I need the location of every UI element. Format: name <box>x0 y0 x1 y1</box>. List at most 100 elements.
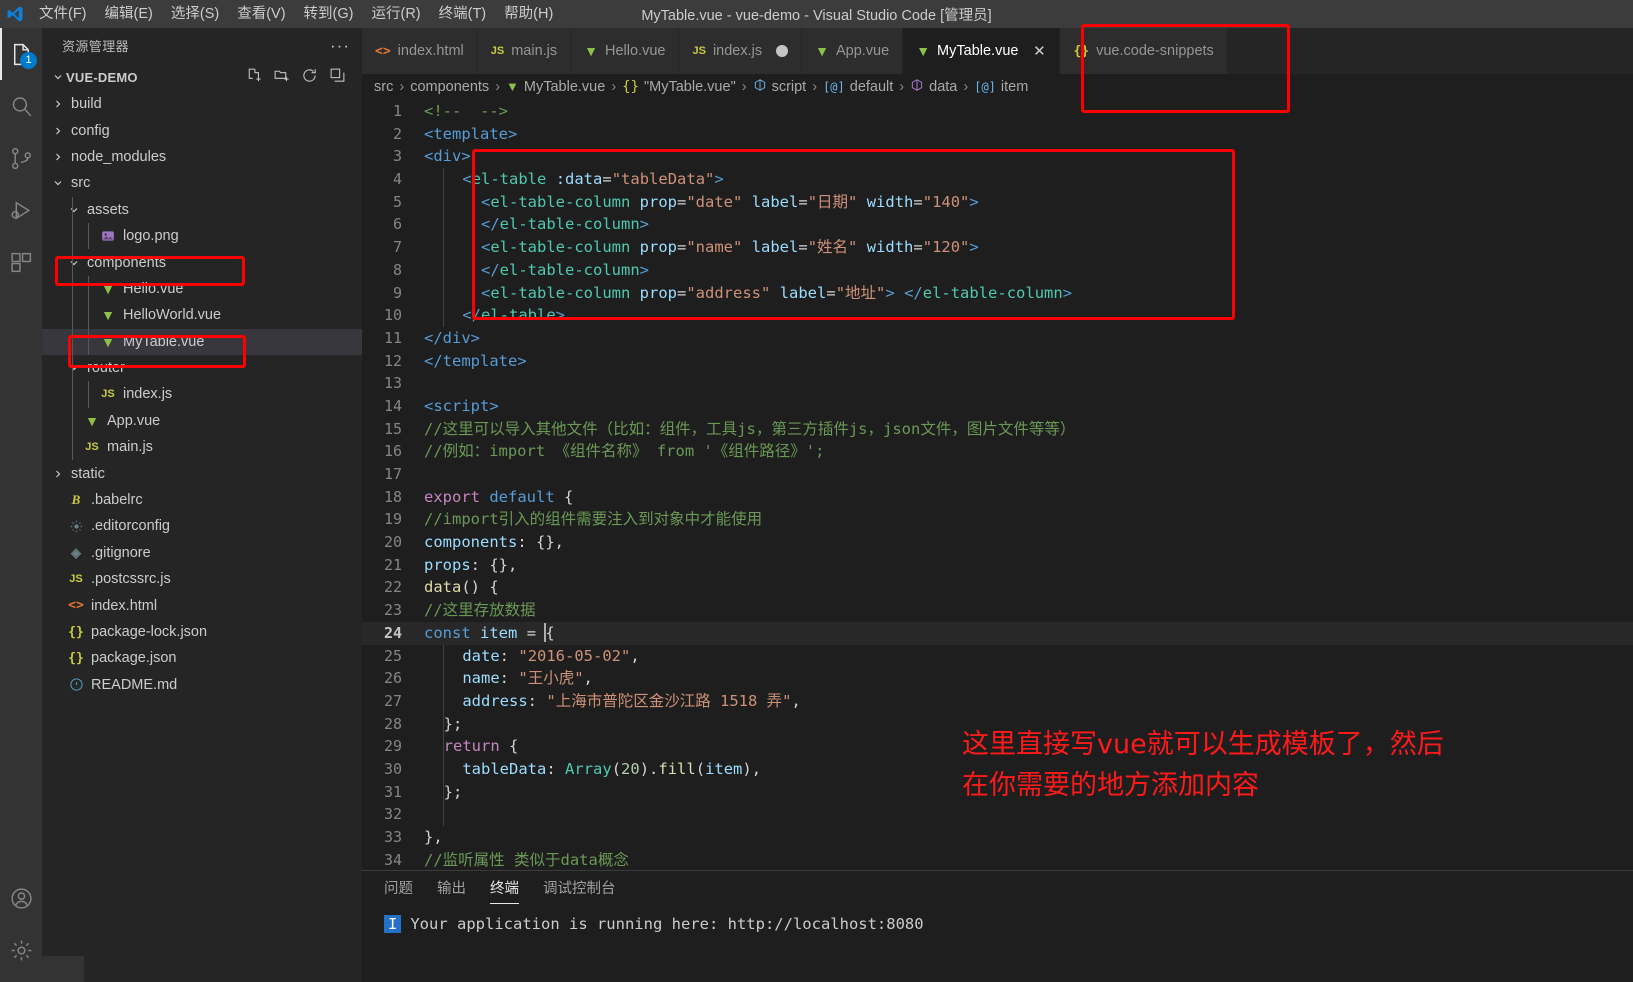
tree-item--postcssrc-js[interactable]: JS .postcssrc.js <box>42 566 362 592</box>
terminal-output[interactable]: I Your application is running here: http… <box>362 907 1633 982</box>
code-line-26[interactable]: 26 name: "王小虎", <box>362 667 1633 690</box>
tab-index-js[interactable]: JS index.js <box>679 28 803 74</box>
breadcrumb-item-item[interactable]: [@] item <box>974 79 1028 95</box>
tree-item-src[interactable]: src <box>42 170 362 196</box>
menu-bar[interactable]: 文件(F) 编辑(E) 选择(S) 查看(V) 转到(G) 运行(R) 终端(T… <box>30 0 562 28</box>
tree-item-components[interactable]: components <box>42 249 362 276</box>
code-line-23[interactable]: 23 //这里存放数据 <box>362 599 1633 622</box>
file-tree[interactable]: build config node_modules src assets logo.png… <box>42 91 362 982</box>
menu-view[interactable]: 查看(V) <box>228 0 294 28</box>
code-line-15[interactable]: 15 //这里可以导入其他文件（比如：组件，工具js，第三方插件js，json文件… <box>362 418 1633 441</box>
code-line-9[interactable]: 9 <el-table-column prop="address" label=… <box>362 281 1633 305</box>
close-icon[interactable]: ✕ <box>1032 42 1046 60</box>
settings-gear-icon[interactable] <box>0 924 42 976</box>
code-line-22[interactable]: 22 data() { <box>362 576 1633 599</box>
code-lines[interactable]: 1 <!-- --> 2 <template> 3 <div> 4 <el-table :d… <box>362 99 1633 870</box>
code-line-6[interactable]: 6 </el-table-column> <box>362 213 1633 237</box>
breadcrumb[interactable]: src › components › ▼ MyTable.vue › {} "MyTable.v… <box>362 74 1633 99</box>
code-editor[interactable]: 1 <!-- --> 2 <template> 3 <div> 4 <el-table :d… <box>362 99 1633 870</box>
new-folder-icon[interactable] <box>273 67 290 87</box>
accounts-icon[interactable] <box>0 872 42 924</box>
breadcrumb-item-mytable-vue[interactable]: ▼ MyTable.vue <box>506 79 605 95</box>
tree-item--editorconfig[interactable]: .editorconfig <box>42 513 362 539</box>
code-line-32[interactable]: 32 <box>362 803 1633 826</box>
tree-item--gitignore[interactable]: ◈ .gitignore <box>42 540 362 566</box>
panel-tabs[interactable]: 问题 输出 终端 调试控制台 <box>362 871 1633 907</box>
tab-hello-vue[interactable]: ▼ Hello.vue <box>571 28 680 74</box>
breadcrumb-item-script[interactable]: script <box>753 78 806 96</box>
breadcrumb-item--mytable-vue-[interactable]: {} "MyTable.vue" <box>622 79 736 95</box>
collapse-all-icon[interactable] <box>329 67 346 87</box>
tree-item-router[interactable]: router <box>42 354 362 382</box>
tab-app-vue[interactable]: ▼ App.vue <box>802 28 904 74</box>
code-line-29[interactable]: 29 return { <box>362 735 1633 758</box>
tree-item-assets[interactable]: assets <box>42 196 362 223</box>
code-line-14[interactable]: 14 <script> <box>362 395 1633 418</box>
menu-help[interactable]: 帮助(H) <box>495 0 562 28</box>
run-and-debug-icon[interactable] <box>0 184 42 236</box>
code-line-16[interactable]: 16 //例如：import 《组件名称》 from '《组件路径》'; <box>362 440 1633 463</box>
tab-main-js[interactable]: JS main.js <box>477 28 572 74</box>
menu-file[interactable]: 文件(F) <box>30 0 96 28</box>
tree-item-helloworld-vue[interactable]: ▼ HelloWorld.vue <box>42 302 362 329</box>
code-line-31[interactable]: 31 }; <box>362 780 1633 804</box>
code-line-18[interactable]: 18 export default { <box>362 486 1633 509</box>
panel-tab-终端[interactable]: 终端 <box>490 871 519 907</box>
tab-index-html[interactable]: <> index.html <box>362 28 478 74</box>
tree-item-package-json[interactable]: {} package.json <box>42 645 362 671</box>
code-line-27[interactable]: 27 address: "上海市普陀区金沙江路 1518 弄", <box>362 689 1633 713</box>
tree-item--babelrc[interactable]: B .babelrc <box>42 487 362 513</box>
code-line-10[interactable]: 10 </el-table> <box>362 304 1633 327</box>
tree-item-hello-vue[interactable]: ▼ Hello.vue <box>42 275 362 303</box>
search-icon[interactable] <box>0 80 42 132</box>
panel-tab-调试控制台[interactable]: 调试控制台 <box>543 871 616 907</box>
code-line-12[interactable]: 12 </template> <box>362 350 1633 373</box>
menu-selection[interactable]: 选择(S) <box>162 0 228 28</box>
tree-item-readme-md[interactable]: README.md <box>42 672 362 698</box>
code-line-8[interactable]: 8 </el-table-column> <box>362 258 1633 282</box>
code-line-28[interactable]: 28 }; <box>362 712 1633 736</box>
panel-tab-输出[interactable]: 输出 <box>437 871 466 907</box>
tab-mytable-vue[interactable]: ▼ MyTable.vue ✕ <box>903 28 1061 74</box>
code-line-24[interactable]: 24 const item = { <box>362 621 1633 645</box>
tree-item-config[interactable]: config <box>42 117 362 143</box>
code-line-1[interactable]: 1 <!-- --> <box>362 100 1633 123</box>
unsaved-dot-icon[interactable] <box>776 45 789 57</box>
tab-vue-code-snippets[interactable]: {} vue.code-snippets <box>1060 28 1228 74</box>
code-line-33[interactable]: 33}, <box>362 826 1633 849</box>
tree-item-node-modules[interactable]: node_modules <box>42 144 362 170</box>
code-line-2[interactable]: 2 <template> <box>362 123 1633 146</box>
code-line-25[interactable]: 25 date: "2016-05-02", <box>362 644 1633 668</box>
code-line-4[interactable]: 4 <el-table :data="tableData"> <box>362 168 1633 191</box>
tree-item-package-lock-json[interactable]: {} package-lock.json <box>42 619 362 645</box>
tree-item-index-js[interactable]: JS index.js <box>42 381 362 408</box>
explorer-icon[interactable]: 1 <box>0 28 42 80</box>
refresh-icon[interactable] <box>301 67 318 87</box>
tree-item-build[interactable]: build <box>42 91 362 117</box>
menu-edit[interactable]: 编辑(E) <box>96 0 162 28</box>
breadcrumb-item-components[interactable]: components <box>410 79 489 95</box>
code-line-21[interactable]: 21 props: {}, <box>362 554 1633 577</box>
code-line-7[interactable]: 7 <el-table-column prop="name" label="姓名… <box>362 236 1633 259</box>
menu-run[interactable]: 运行(R) <box>362 0 429 28</box>
breadcrumb-item-default[interactable]: [@] default <box>823 79 893 95</box>
editor-tabs[interactable]: <> index.html JS main.js ▼ Hello.vue JS index.j… <box>362 28 1633 74</box>
extensions-icon[interactable] <box>0 236 42 288</box>
menu-terminal[interactable]: 终端(T) <box>430 0 496 28</box>
tree-item-index-html[interactable]: <> index.html <box>42 592 362 618</box>
tree-item-logo-png[interactable]: logo.png <box>42 222 362 250</box>
code-line-5[interactable]: 5 <el-table-column prop="date" label="日期… <box>362 190 1633 214</box>
code-line-19[interactable]: 19 //import引入的组件需要注入到对象中才能使用 <box>362 508 1633 531</box>
source-control-icon[interactable] <box>0 132 42 184</box>
code-line-11[interactable]: 11 </div> <box>362 327 1633 350</box>
new-file-icon[interactable] <box>245 67 262 87</box>
breadcrumb-item-src[interactable]: src <box>374 79 393 95</box>
explorer-root-folder[interactable]: VUE-DEMO <box>42 63 362 91</box>
menu-go[interactable]: 转到(G) <box>295 0 363 28</box>
sidebar-more-actions-icon[interactable]: ··· <box>330 36 354 56</box>
code-line-3[interactable]: 3 <div> <box>362 145 1633 168</box>
code-line-20[interactable]: 20 components: {}, <box>362 531 1633 554</box>
code-line-13[interactable]: 13 <box>362 372 1633 395</box>
panel-tab-问题[interactable]: 问题 <box>384 871 413 907</box>
tree-item-main-js[interactable]: JS main.js <box>42 434 362 461</box>
